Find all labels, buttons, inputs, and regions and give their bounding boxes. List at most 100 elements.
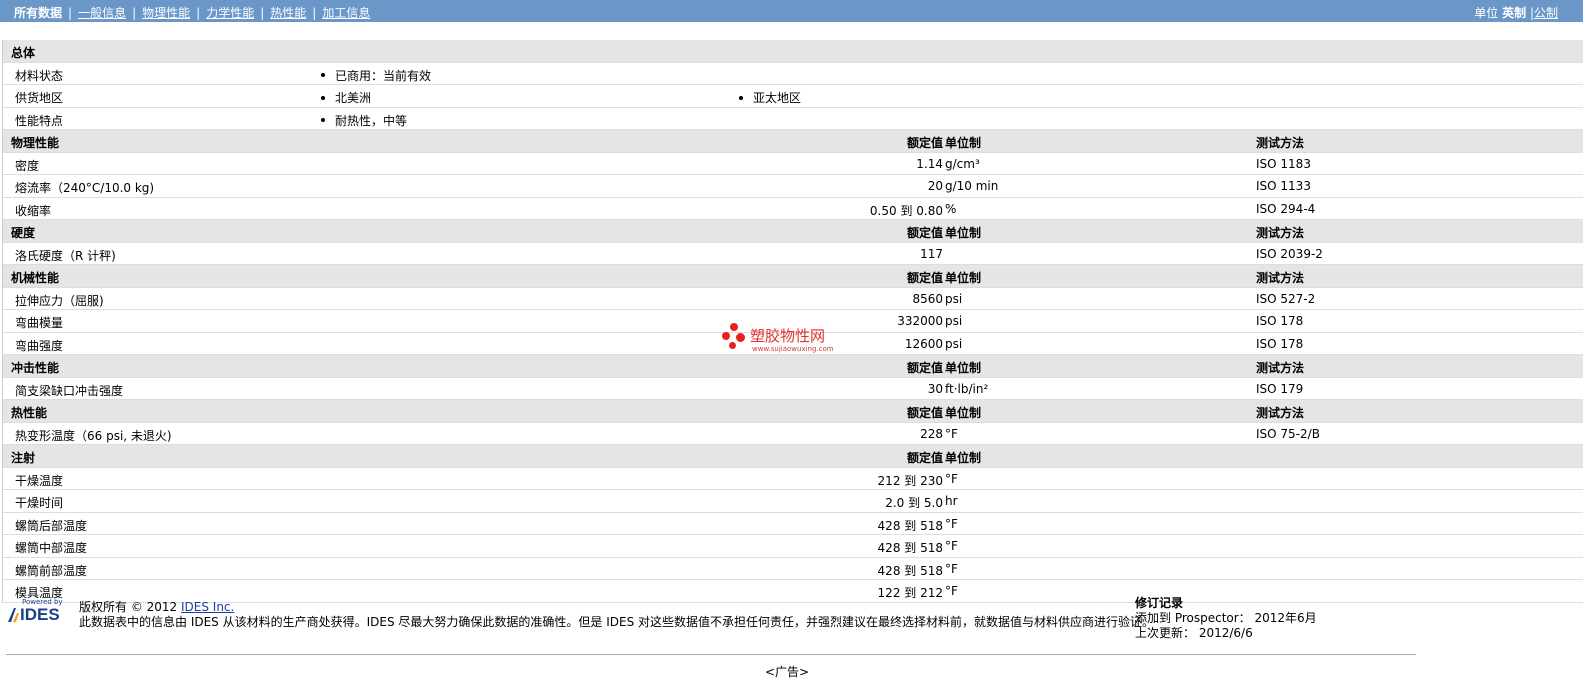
row-unit: psi xyxy=(945,314,963,328)
general-row: 供货地区 北美洲 亚太地区 xyxy=(3,85,1583,108)
ad-label: <广告> xyxy=(765,665,810,679)
data-row: 洛氏硬度（R 计秤) 117 ISO 2039-2 xyxy=(3,243,1583,265)
watermark-dot xyxy=(722,332,730,340)
row-value: 428 到 518 xyxy=(877,518,943,533)
bullet-text: 已商用：当前有效 xyxy=(335,68,432,83)
bullet-text: 北美洲 xyxy=(335,91,372,105)
header-value: 额定值 xyxy=(906,226,943,240)
section-header: 注射 额定值 单位制 xyxy=(3,445,1583,468)
revision-title: 修订记录 xyxy=(1135,596,1184,610)
header-test: 测试方法 xyxy=(1256,361,1305,375)
section-header-general: 总体 xyxy=(3,40,1583,63)
general-row: 性能特点 耐热性，中等 xyxy=(3,108,1583,130)
section-title: 总体 xyxy=(11,46,36,60)
nav-separator: | xyxy=(132,6,137,20)
nav-separator: | xyxy=(68,6,73,20)
watermark-text: 塑胶物性网 xyxy=(750,327,826,345)
disclaimer: 此数据表中的信息由 IDES 从该材料的生产商处获得。IDES 尽最大努力确保此… xyxy=(79,615,1155,629)
row-value: 212 到 230 xyxy=(877,473,943,488)
data-row: 密度 1.14 g/cm³ ISO 1183 xyxy=(3,153,1583,175)
row-label: 弯曲强度 xyxy=(15,338,64,353)
row-label: 简支梁缺口冲击强度 xyxy=(15,383,124,398)
data-row: 收缩率 0.50 到 0.80% ISO 294-4 xyxy=(3,198,1583,220)
row-label: 弯曲模量 xyxy=(15,316,64,330)
top-nav-bar: 所有数据 | 一般信息 | 物理性能 | 力学性能 | 热性能 | 加工信息 单位 英制 |公制 xyxy=(0,0,1583,22)
row-test: ISO 1133 xyxy=(1256,179,1311,193)
row-unit: °F xyxy=(945,561,958,576)
row-unit: % xyxy=(945,201,957,216)
header-test: 测试方法 xyxy=(1256,406,1305,420)
bullet-icon xyxy=(739,95,743,100)
row-test: ISO 294-4 xyxy=(1256,201,1316,216)
bullet-text: 耐热性，中等 xyxy=(335,113,408,128)
ides-logo: Powered by IDES xyxy=(8,598,72,628)
row-value: 228 xyxy=(920,426,943,441)
nav-separator: | xyxy=(260,6,265,20)
watermark-dot xyxy=(730,323,738,331)
bullet-value: 已商用：当前有效 xyxy=(321,67,431,84)
section-header: 热性能 额定值 单位制 测试方法 xyxy=(3,400,1583,423)
header-unit: 单位制 xyxy=(945,361,982,375)
nav-tab-2[interactable]: 物理性能 xyxy=(142,6,190,20)
data-row: 螺筒前部温度 428 到 518 °F xyxy=(3,558,1583,580)
row-value: 0.50 到 0.80 xyxy=(869,203,943,218)
bullet-icon xyxy=(321,118,325,122)
row-label: 熔流率（240°C/10.0 kg) xyxy=(15,181,155,195)
nav-tab-0[interactable]: 所有数据 xyxy=(14,6,62,20)
section-title: 物理性能 xyxy=(11,136,60,150)
section-title: 热性能 xyxy=(11,406,48,420)
watermark-dot xyxy=(729,342,736,349)
row-test: ISO 179 xyxy=(1256,381,1304,396)
nav-tab-5[interactable]: 加工信息 xyxy=(322,6,370,20)
row-value: 20 xyxy=(927,179,943,193)
row-value: 428 到 518 xyxy=(877,563,943,578)
row-label: 密度 xyxy=(15,158,40,173)
data-row: 螺筒后部温度 428 到 518 °F xyxy=(3,513,1583,535)
data-row: 螺筒中部温度 428 到 518 °F xyxy=(3,535,1583,558)
section-title: 注射 xyxy=(11,451,36,465)
row-unit: °F xyxy=(945,516,958,531)
row-test: ISO 1183 xyxy=(1256,156,1311,171)
nav-tab-4[interactable]: 热性能 xyxy=(270,6,306,20)
row-label: 螺筒中部温度 xyxy=(15,541,88,555)
unit-english[interactable]: 英制 xyxy=(1502,6,1526,20)
watermark-url: www.sujiaowuxing.com xyxy=(752,345,834,353)
bullet-text: 亚太地区 xyxy=(753,91,802,105)
unit-label: 单位 xyxy=(1474,6,1499,20)
row-label: 收缩率 xyxy=(15,203,52,218)
row-value: 2.0 到 5.0 xyxy=(885,496,943,510)
data-row: 热变形温度（66 psi, 未退火) 228 °F ISO 75-2/B xyxy=(3,423,1583,445)
row-value: 117 xyxy=(920,246,943,261)
data-row: 干燥时间 2.0 到 5.0 hr xyxy=(3,490,1583,513)
row-unit: hr xyxy=(945,494,958,508)
header-unit: 单位制 xyxy=(945,271,982,285)
row-value: 428 到 518 xyxy=(877,541,943,555)
revision-history: 修订记录 添加到 Prospector： 2012年6月 上次更新： 2012/… xyxy=(1135,596,1317,641)
row-unit: °F xyxy=(945,426,958,441)
header-unit: 单位制 xyxy=(945,226,982,240)
section-title: 机械性能 xyxy=(11,271,60,285)
nav-tab-3[interactable]: 力学性能 xyxy=(206,6,254,20)
data-row: 拉伸应力（屈服) 8560 psi ISO 527-2 xyxy=(3,288,1583,310)
ides-link[interactable]: IDES Inc. xyxy=(181,600,234,614)
row-unit: °F xyxy=(945,471,958,486)
row-unit: psi xyxy=(945,336,963,351)
copyright-text: 版权所有 © 2012 xyxy=(79,600,181,614)
row-unit: psi xyxy=(945,291,963,306)
nav-tab-1[interactable]: 一般信息 xyxy=(78,6,126,20)
header-test: 测试方法 xyxy=(1256,271,1305,285)
nav-separator: | xyxy=(196,6,201,20)
row-test: ISO 75-2/B xyxy=(1256,426,1320,441)
row-unit: ft·lb/in² xyxy=(945,381,989,396)
header-unit: 单位制 xyxy=(945,406,982,420)
header-test: 测试方法 xyxy=(1256,136,1305,150)
section-nav: 所有数据 | 一般信息 | 物理性能 | 力学性能 | 热性能 | 加工信息 xyxy=(14,4,370,21)
header-unit: 单位制 xyxy=(945,451,982,465)
row-value: 332000 xyxy=(897,314,943,328)
bullet-value: 耐热性，中等 xyxy=(321,112,407,129)
section-header: 硬度 额定值 单位制 测试方法 xyxy=(3,220,1583,243)
row-label: 热变形温度（66 psi, 未退火) xyxy=(15,428,172,443)
section-header: 机械性能 额定值 单位制 测试方法 xyxy=(3,265,1583,288)
unit-metric[interactable]: 公制 xyxy=(1534,6,1558,20)
row-value: 8560 xyxy=(912,291,943,306)
